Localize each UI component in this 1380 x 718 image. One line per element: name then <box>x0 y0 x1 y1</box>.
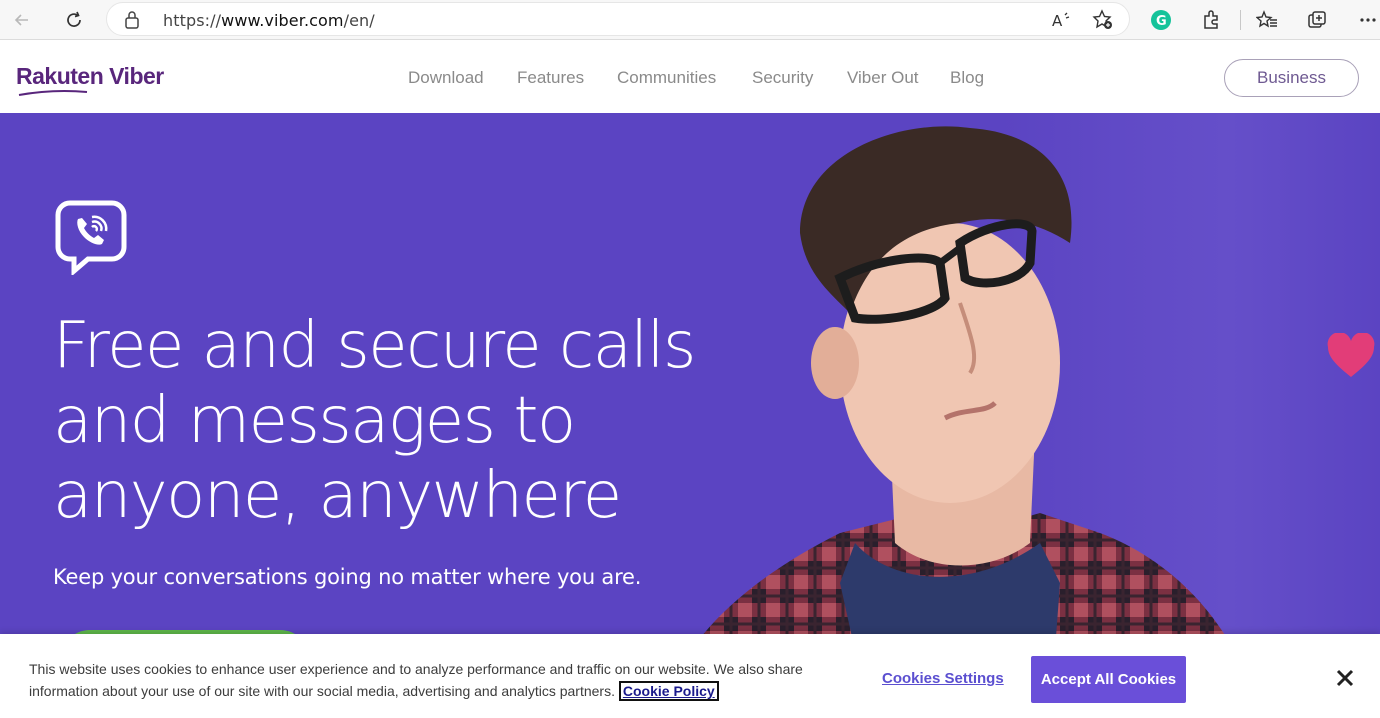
nav-communities[interactable]: Communities <box>617 68 716 88</box>
nav-download[interactable]: Download <box>408 68 484 88</box>
extensions-icon[interactable] <box>1199 8 1223 32</box>
back-arrow-icon[interactable] <box>10 8 34 32</box>
more-icon[interactable] <box>1356 8 1380 32</box>
hero-headline: Free and secure calls and messages to an… <box>53 309 696 534</box>
nav-viber-out[interactable]: Viber Out <box>847 68 919 88</box>
nav-security[interactable]: Security <box>752 68 813 88</box>
browser-toolbar: https://www.viber.com/en/ A G <box>0 0 1380 40</box>
accept-all-cookies-button[interactable]: Accept All Cookies <box>1031 656 1186 703</box>
url-prefix: https:// <box>163 11 222 30</box>
heart-icon <box>1327 333 1375 377</box>
svg-text:A: A <box>1052 12 1063 30</box>
cookie-text: This website uses cookies to enhance use… <box>29 658 829 702</box>
headline-line: and messages to <box>53 384 576 458</box>
refresh-icon[interactable] <box>62 8 86 32</box>
url-path: /en/ <box>343 11 375 30</box>
business-button[interactable]: Business <box>1224 59 1359 97</box>
url-host: www.viber.com <box>221 11 344 30</box>
read-aloud-icon[interactable]: A <box>1049 8 1073 32</box>
favorite-add-icon[interactable] <box>1091 8 1115 32</box>
hero-person-image <box>660 126 1260 718</box>
address-bar[interactable]: https://www.viber.com/en/ A <box>106 2 1130 36</box>
logo-swoosh-icon <box>18 90 88 96</box>
hero-section: Free and secure calls and messages to an… <box>0 113 1380 718</box>
cookie-banner: This website uses cookies to enhance use… <box>0 634 1380 718</box>
grammarly-icon[interactable]: G <box>1149 8 1173 32</box>
viber-phone-icon <box>55 200 127 275</box>
headline-line: Free and secure calls <box>53 309 696 383</box>
close-icon[interactable] <box>1333 666 1357 690</box>
cookie-policy-link[interactable]: Cookie Policy <box>618 681 719 701</box>
hero-subline: Keep your conversations going no matter … <box>53 565 642 589</box>
nav-blog[interactable]: Blog <box>950 68 984 88</box>
collections-icon[interactable] <box>1305 8 1329 32</box>
site-header: Rakuten Viber Download Features Communit… <box>0 41 1380 113</box>
toolbar-divider <box>1240 10 1241 30</box>
lock-icon[interactable] <box>123 10 141 35</box>
rakuten-viber-logo[interactable]: Rakuten Viber <box>16 63 164 90</box>
favorites-icon[interactable] <box>1255 8 1279 32</box>
headline-line: anyone, anywhere <box>53 459 622 533</box>
cookies-settings-link[interactable]: Cookies Settings <box>882 670 1004 687</box>
nav-features[interactable]: Features <box>517 68 584 88</box>
url-text[interactable]: https://www.viber.com/en/ <box>163 11 375 30</box>
svg-text:G: G <box>1156 14 1167 29</box>
